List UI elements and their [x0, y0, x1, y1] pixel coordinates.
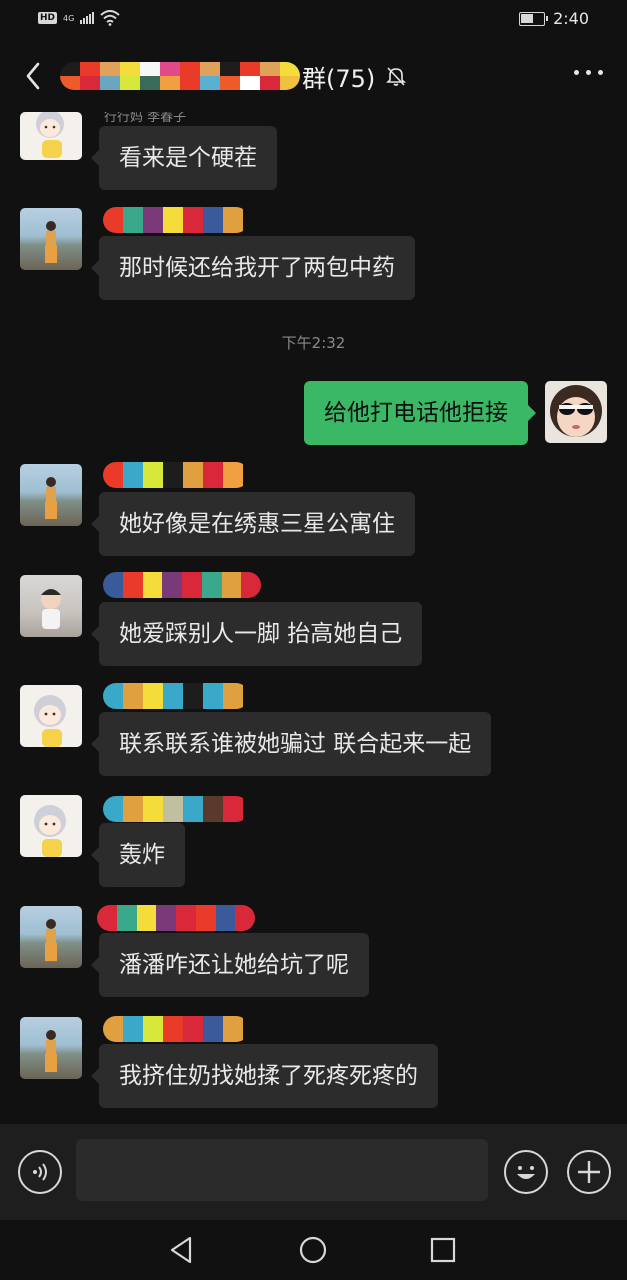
beach-girl-avatar[interactable] [20, 464, 82, 526]
cartoon-girl-avatar[interactable] [20, 112, 82, 160]
status-bar: HD 4G 2:40 [0, 0, 627, 40]
message-bubble[interactable]: 潘潘咋还让她给坑了呢 [91, 933, 369, 997]
clock: 2:40 [553, 9, 589, 28]
signal-icon [80, 12, 95, 24]
message-list[interactable]: 行行妈 李春子 看来是个硬茬 那时候还给我开了两包中药 下午2:32 给他打电话… [0, 112, 627, 1124]
nav-back-icon[interactable] [166, 1234, 198, 1266]
hd-badge: HD [38, 12, 58, 24]
add-icon [578, 1161, 600, 1183]
message-bubble[interactable]: 她爱踩别人一脚 抬高她自己 [90, 602, 423, 666]
redacted-nickname [103, 207, 249, 233]
emoji-button[interactable] [504, 1150, 548, 1194]
redacted-group-name [60, 62, 300, 90]
voice-input-button[interactable] [18, 1150, 62, 1194]
cartoon-girl-avatar[interactable] [20, 685, 82, 747]
mute-bell-icon [386, 67, 407, 86]
message-timestamp: 下午2:32 [281, 334, 346, 352]
redacted-nickname [103, 683, 249, 709]
cartoon-girl-avatar[interactable] [20, 795, 82, 857]
beach-girl-avatar[interactable] [20, 1017, 82, 1079]
status-icons-left: HD 4G [38, 10, 120, 26]
baby-photo-avatar[interactable] [20, 575, 82, 637]
sender-nickname: 行行妈 李春子 [104, 112, 187, 125]
chat-header: 群(75) [0, 40, 627, 112]
status-icons-right: 2:40 [519, 9, 589, 28]
message-bubble[interactable]: 那时候还给我开了两包中药 [91, 236, 415, 300]
redacted-nickname [103, 462, 249, 488]
redacted-nickname [103, 572, 261, 598]
wifi-icon [100, 10, 120, 26]
emoji-icon [517, 1166, 535, 1179]
outgoing-message-bubble[interactable]: 给他打电话他拒接 [304, 381, 536, 445]
beach-girl-avatar[interactable] [20, 208, 82, 270]
add-attachment-button[interactable] [567, 1150, 611, 1194]
redacted-nickname [97, 905, 255, 931]
system-navigation-bar [0, 1220, 627, 1280]
redacted-nickname [103, 1016, 249, 1042]
nav-recents-icon[interactable] [427, 1234, 459, 1266]
redacted-nickname [103, 796, 249, 822]
battery-icon [519, 11, 549, 26]
message-bubble[interactable]: 联系联系谁被她骗过 联合起来一起 [90, 712, 492, 776]
voice-input-icon [33, 1163, 47, 1181]
message-bubble[interactable]: 看来是个硬茬 [91, 126, 277, 190]
chevron-left-icon[interactable] [20, 58, 50, 94]
network-type: 4G [63, 13, 75, 23]
sunglasses-girl-avatar[interactable] [545, 381, 607, 443]
message-bubble[interactable]: 她好像是在绣惠三星公寓住 [91, 492, 415, 556]
message-bubble[interactable]: 轰炸 [91, 823, 185, 887]
more-options-button[interactable] [574, 70, 603, 75]
chat-title: 群(75) [60, 58, 407, 94]
beach-girl-avatar[interactable] [20, 906, 82, 968]
message-input[interactable] [76, 1139, 488, 1201]
more-dots-icon [574, 70, 579, 75]
group-member-count: 群(75) [302, 64, 376, 93]
message-bubble[interactable]: 我挤住奶找她揉了死疼死疼的 [91, 1044, 438, 1108]
nav-home-icon[interactable] [297, 1234, 329, 1266]
message-input-bar [0, 1124, 627, 1220]
